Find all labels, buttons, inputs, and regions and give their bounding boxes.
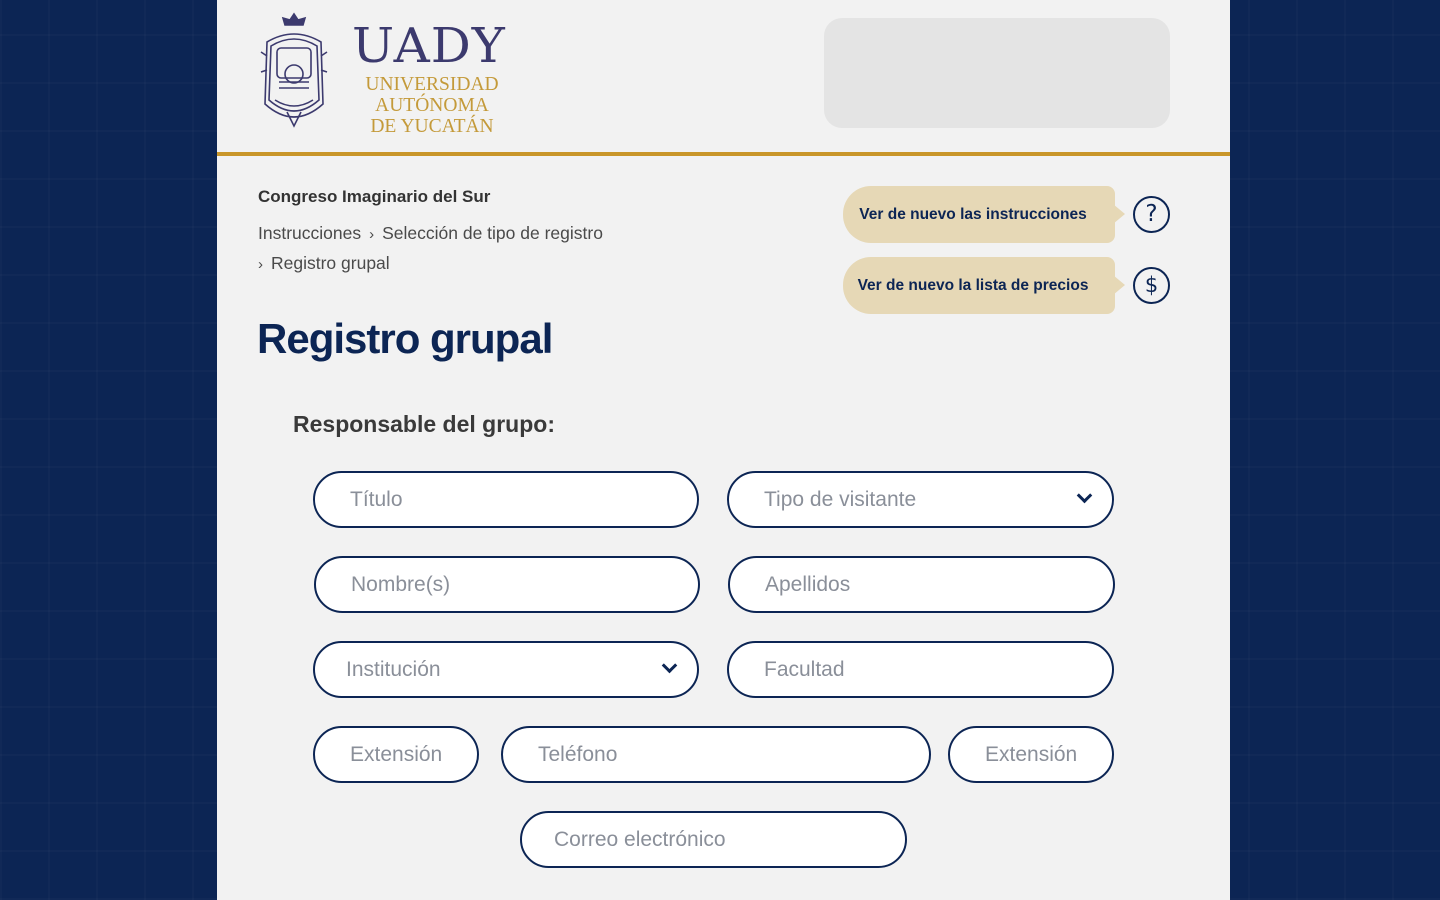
university-wordmark: UADY UNIVERSIDAD AUTÓNOMA DE YUCATÁN <box>352 18 506 137</box>
extension-placeholder-2: Extensión <box>985 742 1078 766</box>
view-instructions-button[interactable]: Ver de nuevo las instrucciones <box>843 186 1125 243</box>
header-banner-placeholder <box>824 18 1170 128</box>
breadcrumb-item-instrucciones[interactable]: Instrucciones <box>258 223 361 243</box>
titulo-field[interactable]: Título <box>313 471 699 528</box>
tipo-visitante-placeholder: Tipo de visitante <box>764 487 917 511</box>
view-instructions-label: Ver de nuevo las instrucciones <box>859 205 1087 223</box>
telefono-field[interactable]: Teléfono <box>501 726 931 783</box>
correo-field[interactable]: Correo electrónico <box>520 811 907 868</box>
section-title: Responsable del grupo: <box>293 411 555 437</box>
question-icon[interactable]: ? <box>1133 196 1170 233</box>
logo-line-1: UNIVERSIDAD <box>365 74 499 95</box>
logo-subtitle: UNIVERSIDAD AUTÓNOMA DE YUCATÁN <box>352 74 512 137</box>
titulo-placeholder: Título <box>350 487 403 511</box>
apellidos-placeholder: Apellidos <box>765 572 851 596</box>
event-name: Congreso Imaginario del Sur <box>258 187 491 206</box>
view-prices-button[interactable]: Ver de nuevo la lista de precios <box>843 257 1125 314</box>
university-seal-logo <box>260 12 328 128</box>
apellidos-field[interactable]: Apellidos <box>728 556 1115 613</box>
institucion-select[interactable]: Institución <box>313 641 699 698</box>
chevron-down-icon <box>661 657 678 674</box>
page-container: UADY UNIVERSIDAD AUTÓNOMA DE YUCATÁN Con… <box>217 0 1230 900</box>
breadcrumb-item-current: Registro grupal <box>271 253 390 273</box>
nombre-placeholder: Nombre(s) <box>351 572 451 596</box>
facultad-placeholder: Facultad <box>764 657 845 681</box>
extension-field-2[interactable]: Extensión <box>948 726 1114 783</box>
breadcrumb-separator: › <box>258 256 263 273</box>
telefono-placeholder: Teléfono <box>538 742 618 766</box>
institucion-placeholder: Institución <box>346 657 441 681</box>
facultad-field[interactable]: Facultad <box>727 641 1114 698</box>
correo-placeholder: Correo electrónico <box>554 827 726 851</box>
dollar-icon[interactable]: $ <box>1133 267 1170 304</box>
tipo-visitante-select[interactable]: Tipo de visitante <box>727 471 1114 528</box>
nombre-field[interactable]: Nombre(s) <box>314 556 700 613</box>
breadcrumb-separator: › <box>369 226 375 243</box>
header: UADY UNIVERSIDAD AUTÓNOMA DE YUCATÁN <box>217 0 1230 154</box>
breadcrumb: Instrucciones › Selección de tipo de regis… <box>258 219 658 279</box>
logo-line-2: AUTÓNOMA <box>375 95 489 116</box>
logo-title: UADY <box>352 18 506 74</box>
page-title: Registro grupal <box>257 315 553 362</box>
breadcrumb-item-seleccion[interactable]: Selección de tipo de registro <box>382 223 603 243</box>
chevron-down-icon <box>1076 487 1093 504</box>
view-prices-label: Ver de nuevo la lista de precios <box>857 276 1089 294</box>
extension-field-1[interactable]: Extensión <box>313 726 479 783</box>
extension-placeholder-1: Extensión <box>350 742 443 766</box>
logo-line-3: DE YUCATÁN <box>370 116 494 137</box>
header-divider <box>217 152 1230 156</box>
